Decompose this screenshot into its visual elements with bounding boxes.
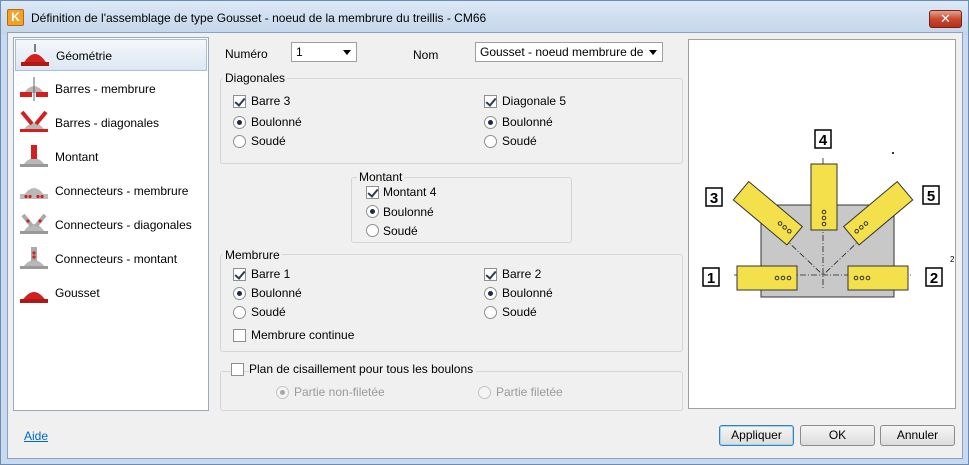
montant4-welded-label: Soudé [383, 224, 418, 238]
shear-plane-label: Plan de cisaillement pour tous les boulo… [249, 362, 477, 376]
montant4-bolted-radio[interactable] [366, 205, 379, 218]
barre3-welded-radio[interactable] [233, 135, 246, 148]
diagonal-bars-icon [20, 110, 48, 132]
preview-superscript: 2 [950, 255, 955, 264]
gusset-plate-icon [20, 292, 48, 303]
chord-connectors-icon [20, 188, 48, 199]
barre2-label: Barre 2 [502, 267, 542, 281]
barre1-label: Barre 1 [251, 267, 291, 281]
vertical-connectors-icon [20, 247, 48, 269]
sidebar-item-gousset[interactable]: Gousset [15, 277, 207, 309]
sidebar-item-montant[interactable]: Montant [15, 141, 207, 173]
diagonale5-label: Diagonale 5 [502, 94, 567, 108]
montant-group-title: Montant [357, 170, 405, 184]
preview-label-3: 3 [710, 190, 718, 207]
gusset-diagram: 1 2 3 4 5 2 [702, 129, 955, 298]
close-button[interactable]: ✕ [929, 10, 962, 28]
montant4-welded-radio[interactable] [366, 224, 379, 237]
nom-label: Nom [413, 48, 439, 62]
membrure-continue-checkbox[interactable] [233, 329, 246, 342]
barre2-welded-label: Soudé [502, 305, 537, 319]
sidebar-item-label: Géométrie [56, 49, 113, 63]
membrure-continue-label: Membrure continue [251, 328, 355, 342]
sidebar-item-label: Connecteurs - montant [55, 252, 178, 266]
help-link[interactable]: Aide [24, 429, 48, 443]
chevron-down-icon [649, 50, 657, 55]
geometry-preview: 1 2 3 4 5 2 [688, 39, 956, 409]
barre3-bolted-radio[interactable] [233, 116, 246, 129]
member-2 [847, 265, 909, 291]
app-logo-icon: K [7, 9, 24, 26]
sidebar-item-label: Gousset [55, 286, 100, 300]
montant4-bolted-label: Boulonné [383, 205, 434, 219]
diagonales-group-title: Diagonales [223, 71, 288, 85]
barre1-bolted-radio[interactable] [233, 287, 246, 300]
preview-label-1: 1 [707, 270, 715, 287]
sidebar-item-label: Montant [55, 150, 99, 164]
diagonale5-welded-label: Soudé [502, 134, 537, 148]
non-threaded-label: Partie non-filetée [294, 385, 385, 399]
montant4-checkbox[interactable] [366, 186, 379, 199]
barre3-bolted-label: Boulonné [251, 115, 302, 129]
diagonale5-bolted-label: Boulonné [502, 115, 553, 129]
nom-value: Gousset - noeud membrure de treilli [480, 45, 644, 59]
barre2-welded-radio[interactable] [484, 306, 497, 319]
category-list: Géométrie Barres - membrure Barres - dia… [13, 37, 209, 411]
apply-button[interactable]: Appliquer [719, 425, 794, 446]
sidebar-item-barres-membrure[interactable]: Barres - membrure [15, 73, 207, 105]
sidebar-item-connecteurs-membrure[interactable]: Connecteurs - membrure [15, 175, 207, 207]
membrure-group-title: Membrure [223, 248, 282, 262]
preview-label-2: 2 [930, 270, 938, 287]
diagonale5-checkbox[interactable] [484, 95, 497, 108]
preview-label-4: 4 [819, 132, 828, 149]
sidebar-item-barres-diagonales[interactable]: Barres - diagonales [15, 107, 207, 139]
cancel-button[interactable]: Annuler [880, 425, 955, 446]
non-threaded-radio[interactable] [276, 386, 289, 399]
diagonale5-welded-radio[interactable] [484, 135, 497, 148]
chord-bars-icon [20, 77, 48, 101]
sidebar-item-label: Connecteurs - diagonales [55, 218, 192, 232]
barre2-bolted-label: Boulonné [502, 286, 553, 300]
numero-dropdown[interactable]: 1 [291, 42, 357, 62]
barre1-checkbox[interactable] [233, 268, 246, 281]
barre1-bolted-label: Boulonné [251, 286, 302, 300]
title-bar: K Définition de l'assemblage de type Gou… [1, 1, 968, 35]
sidebar-item-label: Barres - diagonales [55, 116, 160, 130]
barre3-welded-label: Soudé [251, 134, 286, 148]
vertical-member-icon [20, 145, 48, 167]
barre2-checkbox[interactable] [484, 268, 497, 281]
barre1-welded-label: Soudé [251, 305, 286, 319]
sidebar-item-connecteurs-diagonales[interactable]: Connecteurs - diagonales [15, 209, 207, 241]
barre1-welded-radio[interactable] [233, 306, 246, 319]
threaded-label: Partie filetée [496, 385, 563, 399]
dialog-client-area: Géométrie Barres - membrure Barres - dia… [7, 32, 963, 459]
montant4-label: Montant 4 [383, 185, 437, 199]
shear-plane-checkbox[interactable] [231, 363, 244, 376]
sidebar-item-geometrie[interactable]: Géométrie [15, 39, 207, 71]
sidebar-item-label: Connecteurs - membrure [55, 184, 189, 198]
member-1 [736, 265, 798, 291]
barre3-label: Barre 3 [251, 94, 291, 108]
chevron-down-icon [343, 50, 351, 55]
sidebar-item-label: Barres - membrure [55, 82, 156, 96]
barre2-bolted-radio[interactable] [484, 287, 497, 300]
shear-plane-group [220, 371, 683, 411]
ok-button[interactable]: OK [800, 425, 875, 446]
numero-label: Numéro [225, 47, 268, 61]
barre3-checkbox[interactable] [233, 95, 246, 108]
window-title: Définition de l'assemblage de type Gouss… [31, 11, 487, 25]
numero-value: 1 [296, 45, 303, 59]
nom-dropdown[interactable]: Gousset - noeud membrure de treilli [475, 42, 663, 62]
threaded-radio[interactable] [478, 386, 491, 399]
diagonal-connectors-icon [20, 213, 48, 234]
preview-label-5: 5 [927, 188, 935, 205]
gusset-geometry-icon [21, 44, 49, 66]
diagonale5-bolted-radio[interactable] [484, 116, 497, 129]
sidebar-item-connecteurs-montant[interactable]: Connecteurs - montant [15, 243, 207, 275]
dialog-window: K Définition de l'assemblage de type Gou… [0, 0, 969, 465]
